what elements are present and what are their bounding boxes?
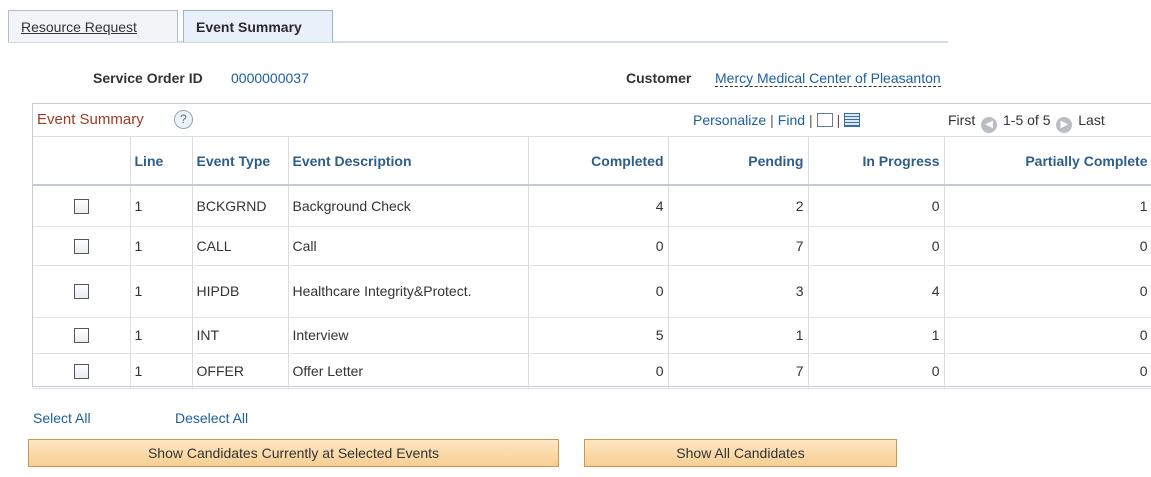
service-order-label: Service Order ID [93,70,203,86]
cell-line: 1 [130,317,193,354]
tab-label: Resource Request [21,18,137,35]
view-all-icon[interactable] [816,113,833,127]
personalize-link[interactable]: Personalize [693,112,766,128]
cell-pending: 3 [668,265,809,318]
show-selected-candidates-button[interactable]: Show Candidates Currently at Selected Ev… [28,439,559,467]
tab-label: Event Summary [196,18,302,35]
service-order-value: 0000000037 [231,70,309,86]
row-select-cell [33,185,131,227]
grid-tools: Personalize | Find | | [693,112,861,128]
cell-event-description: Interview [288,317,529,354]
cell-partially-complete: 0 [944,353,1151,389]
row-range: 1-5 of 5 [1003,112,1051,128]
next-arrow-icon[interactable]: ▶ [1056,117,1073,133]
divider: | [770,112,774,128]
cell-completed: 4 [528,185,669,227]
previous-arrow-icon[interactable]: ◀ [981,117,998,133]
divider: | [809,112,813,128]
customer-value[interactable]: Mercy Medical Center of Pleasanton [715,70,941,87]
col-partially-complete: Partially Complete [944,137,1151,186]
cell-line: 1 [130,265,193,318]
cell-event-type: INT [192,317,289,354]
cell-line: 1 [130,185,193,227]
cell-pending: 2 [668,185,809,227]
col-line: Line [130,137,193,186]
cell-in-progress: 0 [808,226,945,266]
table-row: 1 OFFER Offer Letter 0 7 0 0 [33,353,1151,389]
cell-pending: 7 [668,353,809,389]
row-checkbox[interactable] [73,363,89,379]
row-select-cell [33,265,131,318]
table-row: 1 CALL Call 0 7 0 0 [33,226,1151,266]
col-in-progress: In Progress [808,137,945,186]
table-header-row: Line Event Type Event Description Comple… [33,137,1151,186]
table-row: 1 INT Interview 5 1 1 0 [33,317,1151,354]
row-checkbox[interactable] [73,328,89,344]
col-event-type: Event Type [192,137,289,186]
cell-partially-complete: 0 [944,317,1151,354]
cell-in-progress: 0 [808,353,945,389]
cell-completed: 0 [528,226,669,266]
download-spreadsheet-icon[interactable] [844,113,861,127]
cell-partially-complete: 0 [944,265,1151,318]
cell-event-type: OFFER [192,353,289,389]
cell-partially-complete: 1 [944,185,1151,227]
customer-label: Customer [626,70,692,86]
tab-bar: Resource Request Event Summary [8,10,948,43]
col-event-description: Event Description [288,137,529,186]
cell-completed: 5 [528,317,669,354]
cell-event-type: HIPDB [192,265,289,318]
event-summary-table: Line Event Type Event Description Comple… [33,137,1151,389]
col-pending: Pending [668,137,809,186]
help-icon[interactable]: ? [174,110,193,129]
cell-event-description: Healthcare Integrity&Protect. [288,265,529,318]
cell-pending: 1 [668,317,809,354]
grid-navigation: First ◀ 1-5 of 5 ▶ Last [948,112,1105,133]
cell-in-progress: 1 [808,317,945,354]
table-row: 1 HIPDB Healthcare Integrity&Protect. 0 … [33,265,1151,318]
row-checkbox[interactable] [73,238,89,254]
grid-title: Event Summary [37,111,144,128]
cell-event-type: CALL [192,226,289,266]
cell-in-progress: 4 [808,265,945,318]
row-checkbox[interactable] [73,199,89,215]
cell-event-type: BCKGRND [192,185,289,227]
find-link[interactable]: Find [778,112,805,128]
cell-partially-complete: 0 [944,226,1151,266]
last-link[interactable]: Last [1078,112,1104,128]
col-completed: Completed [528,137,669,186]
first-link[interactable]: First [948,112,975,128]
cell-pending: 7 [668,226,809,266]
grid-header-bar: Event Summary ? Personalize | Find | | First… [33,104,1151,137]
row-checkbox[interactable] [73,284,89,300]
cell-event-description: Offer Letter [288,353,529,389]
deselect-all-link[interactable]: Deselect All [175,410,248,426]
row-select-cell [33,353,131,389]
table-row: 1 BCKGRND Background Check 4 2 0 1 [33,185,1151,227]
cell-event-description: Call [288,226,529,266]
divider: | [836,112,841,128]
tab-event-summary[interactable]: Event Summary [183,10,333,42]
cell-event-description: Background Check [288,185,529,227]
col-select [33,137,131,186]
row-select-cell [33,317,131,354]
cell-completed: 0 [528,265,669,318]
show-all-candidates-button[interactable]: Show All Candidates [584,439,897,467]
cell-in-progress: 0 [808,185,945,227]
cell-completed: 0 [528,353,669,389]
cell-line: 1 [130,226,193,266]
select-all-link[interactable]: Select All [33,410,91,426]
row-select-cell [33,226,131,266]
tab-resource-request[interactable]: Resource Request [8,10,178,42]
cell-line: 1 [130,353,193,389]
event-summary-grid: Event Summary ? Personalize | Find | | First… [32,103,1151,389]
